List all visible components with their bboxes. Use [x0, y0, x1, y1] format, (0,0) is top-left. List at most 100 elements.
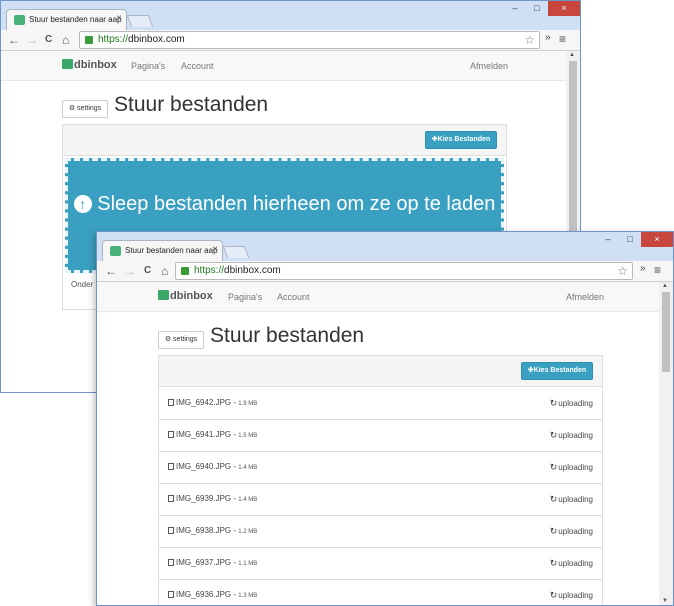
file-status: ↻uploading: [550, 462, 593, 473]
choose-files-button[interactable]: ✚Kies Bestanden: [425, 131, 497, 149]
file-row: IMG_6942.JPG - 1.9 MB ↻uploading: [159, 388, 602, 420]
tab-close-icon[interactable]: ×: [212, 244, 218, 255]
forward-button[interactable]: →: [124, 263, 136, 279]
file-icon: [168, 559, 174, 566]
file-status: ↻uploading: [550, 398, 593, 409]
panel-header: ✚Kies Bestanden: [63, 125, 506, 156]
back-button[interactable]: ←: [105, 263, 117, 279]
choose-files-button[interactable]: ✚Kies Bestanden: [521, 362, 593, 380]
gear-icon: ⚙: [164, 336, 172, 343]
settings-label: settings: [77, 105, 102, 112]
file-row: IMG_6940.JPG - 1.4 MB ↻uploading: [159, 452, 602, 484]
upload-arrow-icon: ↑: [73, 195, 92, 213]
brand-logo[interactable]: dbinbox: [62, 59, 117, 71]
file-size: 1.1 MB: [238, 561, 258, 567]
file-name: IMG_6940.JPG: [176, 462, 232, 471]
url-host: dbinbox.com: [128, 34, 185, 45]
upload-panel: ✚Kies Bestanden IMG_6942.JPG - 1.9 MB ↻u…: [158, 355, 603, 605]
brand-name: dbinbox: [74, 59, 117, 71]
settings-label: settings: [173, 336, 198, 343]
file-name: IMG_6938.JPG: [176, 526, 232, 535]
refresh-spinner-icon: ↻: [549, 462, 558, 472]
nav-pages[interactable]: Pagina's: [228, 292, 262, 302]
url-scheme: https://: [98, 34, 129, 45]
extensions-icon[interactable]: »: [640, 263, 646, 274]
browser-tab[interactable]: Stuur bestanden naar aap ×: [6, 9, 127, 31]
browser-toolbar: ← → C ⌂ https://dbinbox.com ☆ » ≡: [1, 30, 580, 51]
file-size: 1.3 MB: [238, 593, 258, 599]
nav-account[interactable]: Account: [277, 292, 310, 302]
title-bar: Stuur bestanden naar aap × – □ ×: [1, 1, 580, 31]
nav-account[interactable]: Account: [181, 61, 214, 71]
file-row: IMG_6936.JPG - 1.3 MB ↻uploading: [159, 580, 602, 605]
file-row: IMG_6938.JPG - 1.2 MB ↻uploading: [159, 516, 602, 548]
home-button[interactable]: ⌂: [161, 263, 168, 279]
browser-tab[interactable]: Stuur bestanden naar aap ×: [102, 240, 223, 262]
favicon-icon: [110, 246, 121, 256]
file-name: IMG_6939.JPG: [176, 494, 232, 503]
menu-icon[interactable]: ≡: [559, 33, 566, 45]
file-entry: IMG_6939.JPG - 1.4 MB: [168, 494, 257, 503]
address-bar[interactable]: https://dbinbox.com ☆: [175, 262, 633, 280]
menu-icon[interactable]: ≡: [654, 264, 661, 276]
lock-icon: [181, 267, 189, 275]
file-name: IMG_6937.JPG: [176, 558, 232, 567]
address-bar[interactable]: https://dbinbox.com ☆: [79, 31, 540, 49]
new-tab-button[interactable]: [126, 15, 154, 27]
refresh-spinner-icon: ↻: [549, 526, 558, 536]
bookmark-star-icon[interactable]: ☆: [524, 33, 535, 47]
new-tab-button[interactable]: [222, 246, 250, 258]
reload-button[interactable]: C: [144, 263, 151, 279]
extensions-icon[interactable]: »: [545, 32, 551, 43]
file-status: ↻uploading: [550, 494, 593, 505]
dbinbox-logo-icon: [158, 290, 169, 300]
choose-files-label: Kies Bestanden: [437, 136, 491, 143]
scroll-up-icon: ▲: [569, 52, 575, 58]
home-button[interactable]: ⌂: [62, 32, 69, 48]
refresh-spinner-icon: ↻: [549, 398, 558, 408]
minimize-button[interactable]: –: [597, 232, 619, 247]
file-entry: IMG_6936.JPG - 1.3 MB: [168, 590, 257, 599]
back-button[interactable]: ←: [8, 32, 20, 48]
file-icon: [168, 399, 174, 406]
page-title: Stuur bestanden: [114, 93, 269, 116]
file-row: IMG_6941.JPG - 1.5 MB ↻uploading: [159, 420, 602, 452]
file-status: ↻uploading: [550, 558, 593, 569]
minimize-button[interactable]: –: [504, 1, 526, 16]
tab-title: Stuur bestanden naar aap: [29, 15, 122, 24]
brand-logo[interactable]: dbinbox: [158, 290, 213, 302]
maximize-button[interactable]: □: [526, 1, 548, 16]
refresh-spinner-icon: ↻: [549, 558, 558, 568]
close-window-button[interactable]: ×: [641, 232, 673, 247]
maximize-button[interactable]: □: [619, 232, 641, 247]
refresh-spinner-icon: ↻: [549, 590, 558, 600]
close-window-button[interactable]: ×: [548, 1, 580, 16]
file-status-label: uploading: [558, 463, 593, 472]
file-entry: IMG_6942.JPG - 1.9 MB: [168, 398, 257, 407]
scrollbar[interactable]: ▲ ▼: [659, 282, 673, 605]
settings-button[interactable]: ⚙ settings: [158, 331, 204, 349]
browser-window-front: Stuur bestanden naar aap × – □ × ← → C ⌂…: [96, 231, 674, 606]
file-name: IMG_6936.JPG: [176, 590, 232, 599]
file-icon: [168, 463, 174, 470]
page-title: Stuur bestanden: [210, 324, 365, 347]
nav-pages[interactable]: Pagina's: [131, 61, 165, 71]
settings-button[interactable]: ⚙ settings: [62, 100, 108, 118]
browser-toolbar: ← → C ⌂ https://dbinbox.com ☆ » ≡: [97, 261, 673, 282]
scroll-up-icon: ▲: [662, 283, 668, 289]
reload-button[interactable]: C: [45, 32, 52, 48]
bookmark-star-icon[interactable]: ☆: [617, 264, 628, 278]
panel-header: ✚Kies Bestanden: [159, 356, 602, 387]
file-status-label: uploading: [558, 527, 593, 536]
nav-logout[interactable]: Afmelden: [470, 61, 508, 71]
tab-close-icon[interactable]: ×: [116, 13, 122, 24]
file-icon: [168, 527, 174, 534]
file-status: ↻uploading: [550, 430, 593, 441]
forward-button[interactable]: →: [26, 32, 38, 48]
nav-logout[interactable]: Afmelden: [566, 292, 604, 302]
scrollbar-thumb[interactable]: [662, 292, 670, 372]
site-navbar: dbinbox Pagina's Account Afmelden: [1, 51, 566, 81]
file-row: IMG_6937.JPG - 1.1 MB ↻uploading: [159, 548, 602, 580]
file-size: 1.4 MB: [238, 465, 258, 471]
page-viewport: dbinbox Pagina's Account Afmelden ▲ ▼ ⚙ …: [97, 282, 673, 605]
